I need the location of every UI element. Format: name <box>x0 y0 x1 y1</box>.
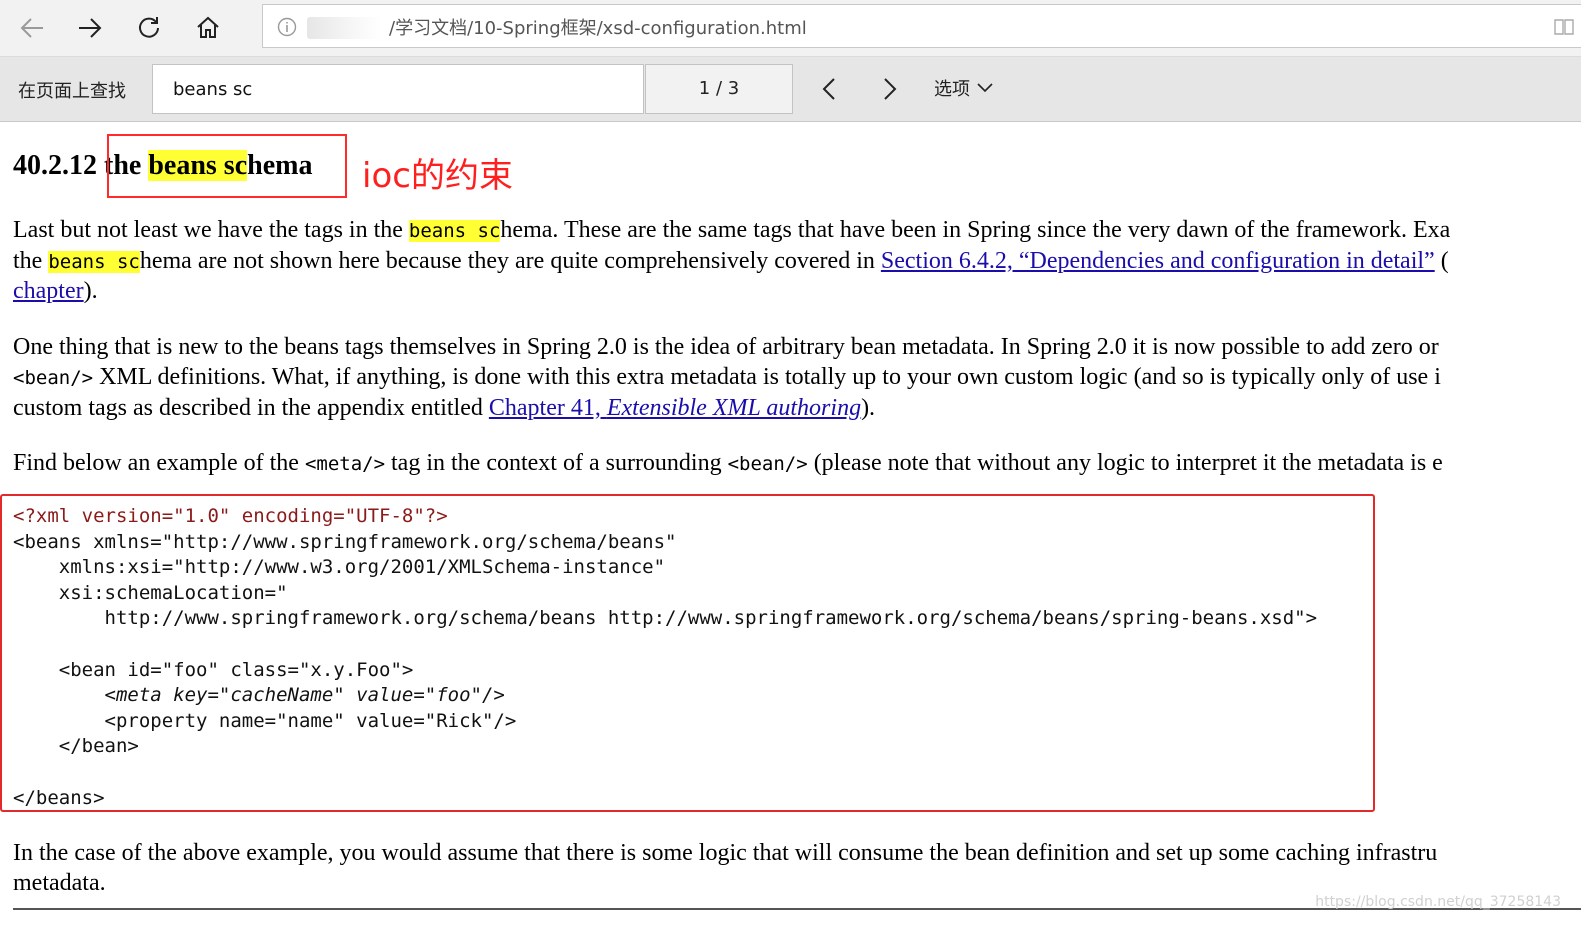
code-line: <bean id="foo" class="x.y.Foo"> <box>13 658 414 681</box>
code-line: </beans> <box>13 786 105 809</box>
code-line: <meta key="cacheName" value="foo"/> <box>13 684 505 707</box>
back-button[interactable] <box>12 8 52 48</box>
section-number: 40.2.12 <box>13 150 97 181</box>
forward-button[interactable] <box>70 8 110 48</box>
text: (please note that without any logic to i… <box>807 450 1443 476</box>
page-content: 40.2.12 the beans schema ioc的约束 Last but… <box>0 122 1581 931</box>
search-highlight: beans sc <box>408 220 501 242</box>
paragraph-1-line-3: chapter). <box>13 276 98 306</box>
annotation-box-heading <box>107 134 347 198</box>
reading-view-icon[interactable] <box>1553 17 1575 37</box>
info-icon <box>277 17 297 37</box>
text: the <box>13 248 49 274</box>
code-line: </bean> <box>13 735 139 758</box>
text: hema. These are the same tags that have … <box>500 217 1451 243</box>
back-arrow-icon <box>20 18 43 38</box>
text: ). <box>861 395 876 421</box>
text: Last but not least we have the tags in t… <box>13 217 409 243</box>
code-line: http://www.springframework.org/schema/be… <box>13 607 1318 630</box>
paragraph-2-line-2: <bean/> XML definitions. What, if anythi… <box>13 362 1441 393</box>
text: custom tags as described in the appendix… <box>13 395 489 421</box>
link-text-italic: Extensible XML authoring <box>606 395 862 421</box>
browser-toolbar: /学习文档/10-Spring框架/xsd-configuration.html <box>0 0 1581 57</box>
forward-arrow-icon <box>79 18 102 38</box>
paragraph-4-line-1: In the case of the above example, you wo… <box>13 840 1438 866</box>
annotation-text: ioc的约束 <box>362 156 513 196</box>
link-section-6-4-2[interactable]: Section 6.4.2, “Dependencies and configu… <box>881 248 1435 274</box>
find-previous-button[interactable] <box>815 73 845 105</box>
link-chapter[interactable]: chapter <box>13 278 84 304</box>
inline-code: <meta/> <box>304 453 386 475</box>
paragraph-4-line-2: metadata. <box>13 870 106 896</box>
code-line: <beans xmlns="http://www.springframework… <box>13 530 677 553</box>
code-line: <property name="name" value="Rick"/> <box>13 709 517 732</box>
code-line: xsi:schemaLocation=" <box>13 581 288 604</box>
paragraph-2-line-3: custom tags as described in the appendix… <box>13 393 875 423</box>
text: ( <box>1434 248 1449 274</box>
home-icon <box>197 16 219 38</box>
inline-code: <bean/> <box>13 367 94 389</box>
find-input[interactable] <box>152 64 644 114</box>
chevron-right-icon <box>884 78 897 100</box>
link-text: Chapter 41, <box>488 395 607 421</box>
search-highlight: beans sc <box>48 251 140 273</box>
code-line: <?xml version="1.0" encoding="UTF-8"?> <box>13 505 448 527</box>
paragraph-3: Find below an example of the <meta/> tag… <box>13 448 1443 479</box>
text: ). <box>83 278 98 304</box>
chevron-left-icon <box>822 78 835 100</box>
link-chapter-41[interactable]: Chapter 41, Extensible XML authoring <box>489 395 861 421</box>
find-options-button[interactable]: 选项 <box>934 75 994 101</box>
refresh-icon <box>139 17 159 38</box>
url-text[interactable]: /学习文档/10-Spring框架/xsd-configuration.html <box>389 14 807 40</box>
paragraph-1-line-1: Last but not least we have the tags in t… <box>13 215 1450 246</box>
find-label: 在页面上查找 <box>18 81 126 102</box>
find-options-label: 选项 <box>934 79 970 100</box>
find-on-page-bar: 在页面上查找 1 / 3 选项 <box>0 57 1581 122</box>
find-result-count: 1 / 3 <box>645 64 793 114</box>
address-bar[interactable]: /学习文档/10-Spring框架/xsd-configuration.html <box>262 4 1581 48</box>
text: tag in the context of a surrounding <box>385 450 728 476</box>
code-block: <?xml version="1.0" encoding="UTF-8"?> <… <box>13 504 1317 811</box>
chevron-down-icon <box>977 83 993 93</box>
text: hema are not shown here because they are… <box>139 248 881 274</box>
watermark: https://blog.csdn.net/qq_37258143 <box>1315 894 1561 910</box>
home-button[interactable] <box>188 8 228 48</box>
text: XML definitions. What, if anything, is d… <box>93 364 1441 390</box>
code-line: xmlns:xsi="http://www.w3.org/2001/XMLSch… <box>13 556 666 579</box>
find-next-button[interactable] <box>874 73 904 105</box>
text: Find below an example of the <box>13 450 305 476</box>
inline-code: <bean/> <box>727 453 808 475</box>
refresh-button[interactable] <box>129 8 169 48</box>
paragraph-2-line-1: One thing that is new to the beans tags … <box>13 334 1439 360</box>
paragraph-1-line-2: the beans schema are not shown here beca… <box>13 246 1449 277</box>
